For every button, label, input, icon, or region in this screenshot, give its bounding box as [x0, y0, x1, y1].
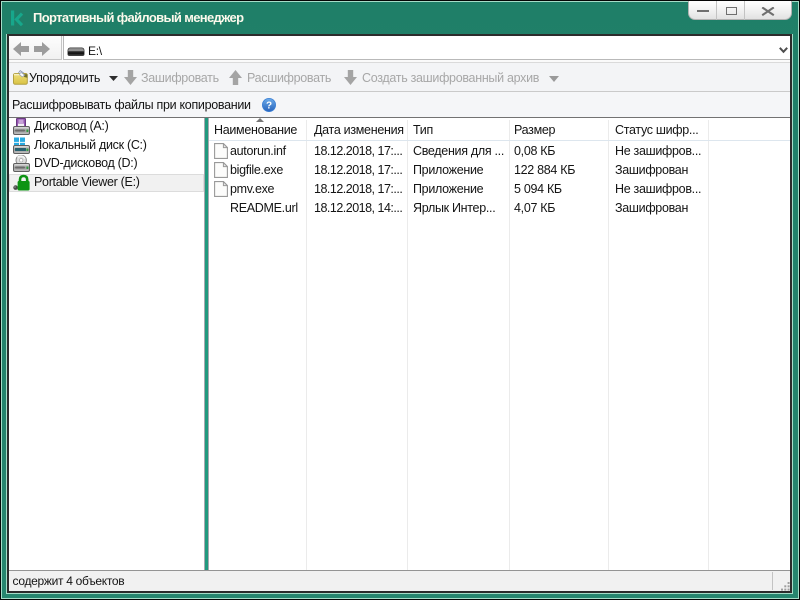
svg-text:?: ?	[266, 101, 272, 112]
